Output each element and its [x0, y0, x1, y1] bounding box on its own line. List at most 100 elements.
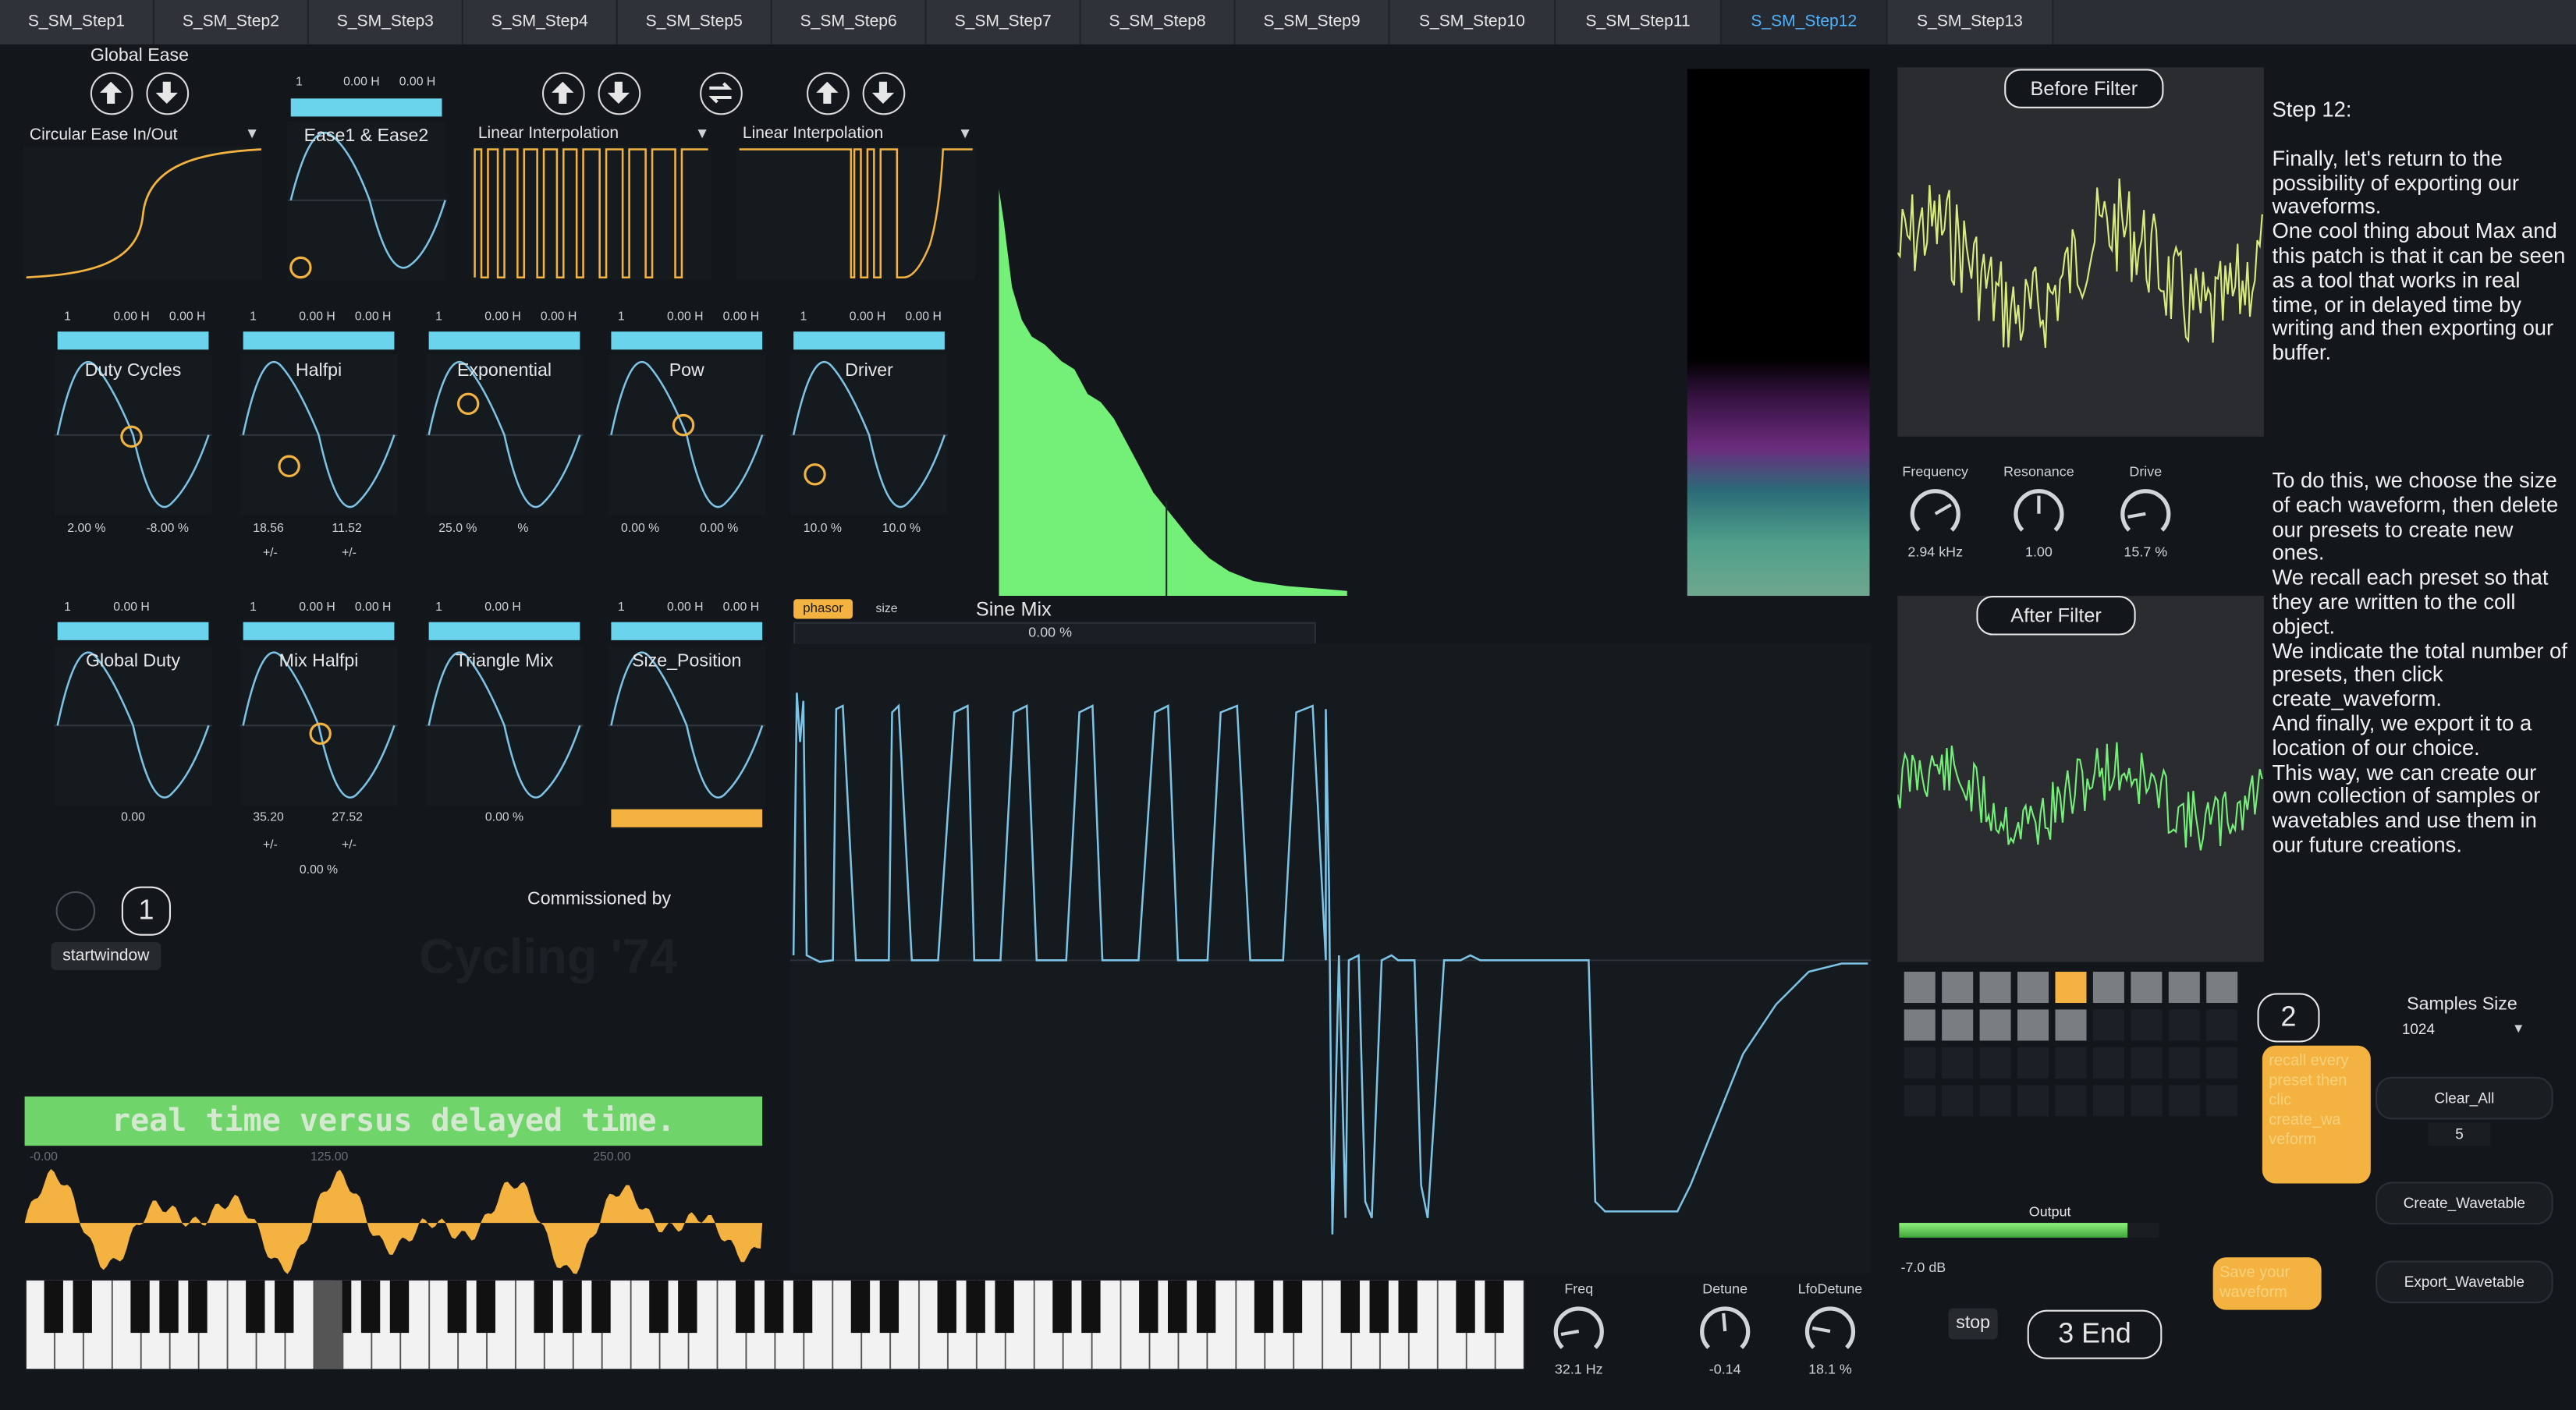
frequency-knob[interactable] [1907, 486, 1964, 542]
create-wavetable-button[interactable]: Create_Wavetable [2376, 1181, 2553, 1225]
piano-black-key[interactable] [1340, 1280, 1361, 1334]
piano-black-key[interactable] [1196, 1280, 1216, 1334]
piano-black-key[interactable] [534, 1280, 553, 1334]
piano-black-key[interactable] [879, 1280, 899, 1334]
piano-black-key[interactable] [1485, 1280, 1504, 1334]
piano-black-key[interactable] [937, 1280, 956, 1334]
preset-slot[interactable] [2131, 972, 2163, 1004]
piano-black-key[interactable] [1081, 1280, 1101, 1334]
osc-bar[interactable] [243, 331, 395, 350]
size-button[interactable]: size [875, 600, 897, 615]
osc-left-value[interactable]: 2.00 % [67, 520, 105, 535]
stop-button[interactable]: stop [1948, 1308, 1998, 1340]
interp1-dropdown[interactable]: Linear Interpolation [478, 125, 619, 143]
osc-bar[interactable] [428, 331, 580, 350]
tab-step5[interactable]: S_SM_Step5 [617, 0, 772, 44]
preset-slot[interactable] [2131, 1047, 2163, 1079]
piano-black-key[interactable] [562, 1280, 582, 1334]
preset-slot[interactable] [2055, 1047, 2087, 1079]
interp1-up-button[interactable] [541, 72, 585, 115]
tab-step7[interactable]: S_SM_Step7 [926, 0, 1081, 44]
clear-all-button[interactable]: Clear_All [2376, 1076, 2553, 1120]
osc-bar[interactable] [428, 622, 580, 640]
preset-slot[interactable] [1979, 1009, 2011, 1041]
tab-step11[interactable]: S_SM_Step11 [1556, 0, 1722, 44]
preset-slot[interactable] [2168, 1047, 2200, 1079]
piano-black-key[interactable] [966, 1280, 985, 1334]
detune-knob[interactable] [1697, 1303, 1753, 1359]
piano-black-key[interactable] [995, 1280, 1014, 1334]
piano-black-key[interactable] [736, 1280, 755, 1334]
arrow-up-button[interactable] [90, 72, 133, 115]
osc-right-value[interactable]: -8.00 % [146, 520, 188, 535]
preset-slot[interactable] [2168, 972, 2200, 1004]
preset-slot[interactable] [2017, 1085, 2049, 1117]
piano-black-key[interactable] [1168, 1280, 1187, 1334]
tab-step1[interactable]: S_SM_Step1 [0, 0, 154, 44]
piano-black-key[interactable] [850, 1280, 871, 1334]
preset-slot[interactable] [1904, 1009, 1936, 1041]
preset-slot[interactable] [1904, 972, 1936, 1004]
osc-right-value[interactable]: 27.52 [332, 810, 363, 824]
osc-right-value[interactable]: 11.52 [332, 520, 361, 535]
plus-minus-button[interactable]: +/- [263, 545, 278, 560]
osc-left-value[interactable]: 25.0 % [438, 520, 477, 535]
osc-bar[interactable] [793, 331, 945, 350]
ease-bar[interactable] [290, 98, 442, 117]
preset-slot[interactable] [2168, 1085, 2200, 1117]
tab-step10[interactable]: S_SM_Step10 [1389, 0, 1556, 44]
tab-step3[interactable]: S_SM_Step3 [308, 0, 463, 44]
preset-slot[interactable] [2092, 1085, 2124, 1117]
preset-slot[interactable] [1979, 972, 2011, 1004]
piano-black-key[interactable] [649, 1280, 669, 1334]
interp2-dropdown[interactable]: Linear Interpolation [743, 125, 883, 143]
piano-black-key[interactable] [793, 1280, 813, 1334]
osc-left-value[interactable]: 35.20 [253, 810, 284, 824]
resonance-knob[interactable] [2011, 486, 2067, 542]
tab-step13[interactable]: S_SM_Step13 [1887, 0, 2054, 44]
preset-slot[interactable] [2092, 1047, 2124, 1079]
piano-black-key[interactable] [1139, 1280, 1158, 1334]
drive-knob[interactable] [2118, 486, 2174, 542]
piano-black-key[interactable] [591, 1280, 611, 1334]
preset-slot[interactable] [2017, 1047, 2049, 1079]
tab-step8[interactable]: S_SM_Step8 [1080, 0, 1236, 44]
tab-step12[interactable]: S_SM_Step12 [1721, 0, 1888, 44]
piano-black-key[interactable] [44, 1280, 63, 1334]
size-position-bar[interactable] [611, 809, 763, 827]
osc-bar[interactable] [57, 331, 209, 350]
plus-minus-button[interactable]: +/- [342, 837, 357, 852]
piano-black-key[interactable] [188, 1280, 208, 1334]
arrow-down-button[interactable] [146, 72, 190, 115]
preset-slot[interactable] [2092, 1009, 2124, 1041]
swap-button[interactable] [700, 72, 743, 115]
interp1-down-button[interactable] [598, 72, 641, 115]
preset-slot[interactable] [1942, 972, 1974, 1004]
osc-extra-value[interactable]: 0.00 % [243, 862, 395, 877]
piano-black-key[interactable] [476, 1280, 495, 1334]
osc-left-value[interactable]: 18.56 [253, 520, 284, 535]
lfo-detune-knob[interactable] [1802, 1303, 1858, 1359]
tab-step9[interactable]: S_SM_Step9 [1235, 0, 1390, 44]
preset-slot[interactable] [2206, 1085, 2238, 1117]
export-wavetable-button[interactable]: Export_Wavetable [2376, 1260, 2553, 1304]
preset-slot[interactable] [2206, 972, 2238, 1004]
piano-black-key[interactable] [246, 1280, 265, 1334]
osc-bar[interactable] [611, 622, 763, 640]
preset-slot[interactable] [2017, 972, 2049, 1004]
preset-slot[interactable] [1979, 1085, 2011, 1117]
osc-bar[interactable] [243, 622, 395, 640]
osc-bar[interactable] [611, 331, 763, 350]
preset-slot[interactable] [2017, 1009, 2049, 1041]
piano-black-key[interactable] [1254, 1280, 1274, 1334]
startwindow-button[interactable]: startwindow [51, 942, 161, 970]
osc-bottom-value[interactable]: 0.00 [58, 810, 209, 824]
preset-slot[interactable] [1904, 1047, 1936, 1079]
piano-black-key[interactable] [447, 1280, 467, 1334]
preset-slot[interactable] [2131, 1085, 2163, 1117]
preset-slot[interactable] [1942, 1047, 1974, 1079]
preset-count-number[interactable]: 5 [2428, 1122, 2491, 1146]
osc-left-value[interactable]: 10.0 % [804, 520, 842, 535]
piano-black-key[interactable] [1283, 1280, 1303, 1334]
tab-step4[interactable]: S_SM_Step4 [463, 0, 618, 44]
